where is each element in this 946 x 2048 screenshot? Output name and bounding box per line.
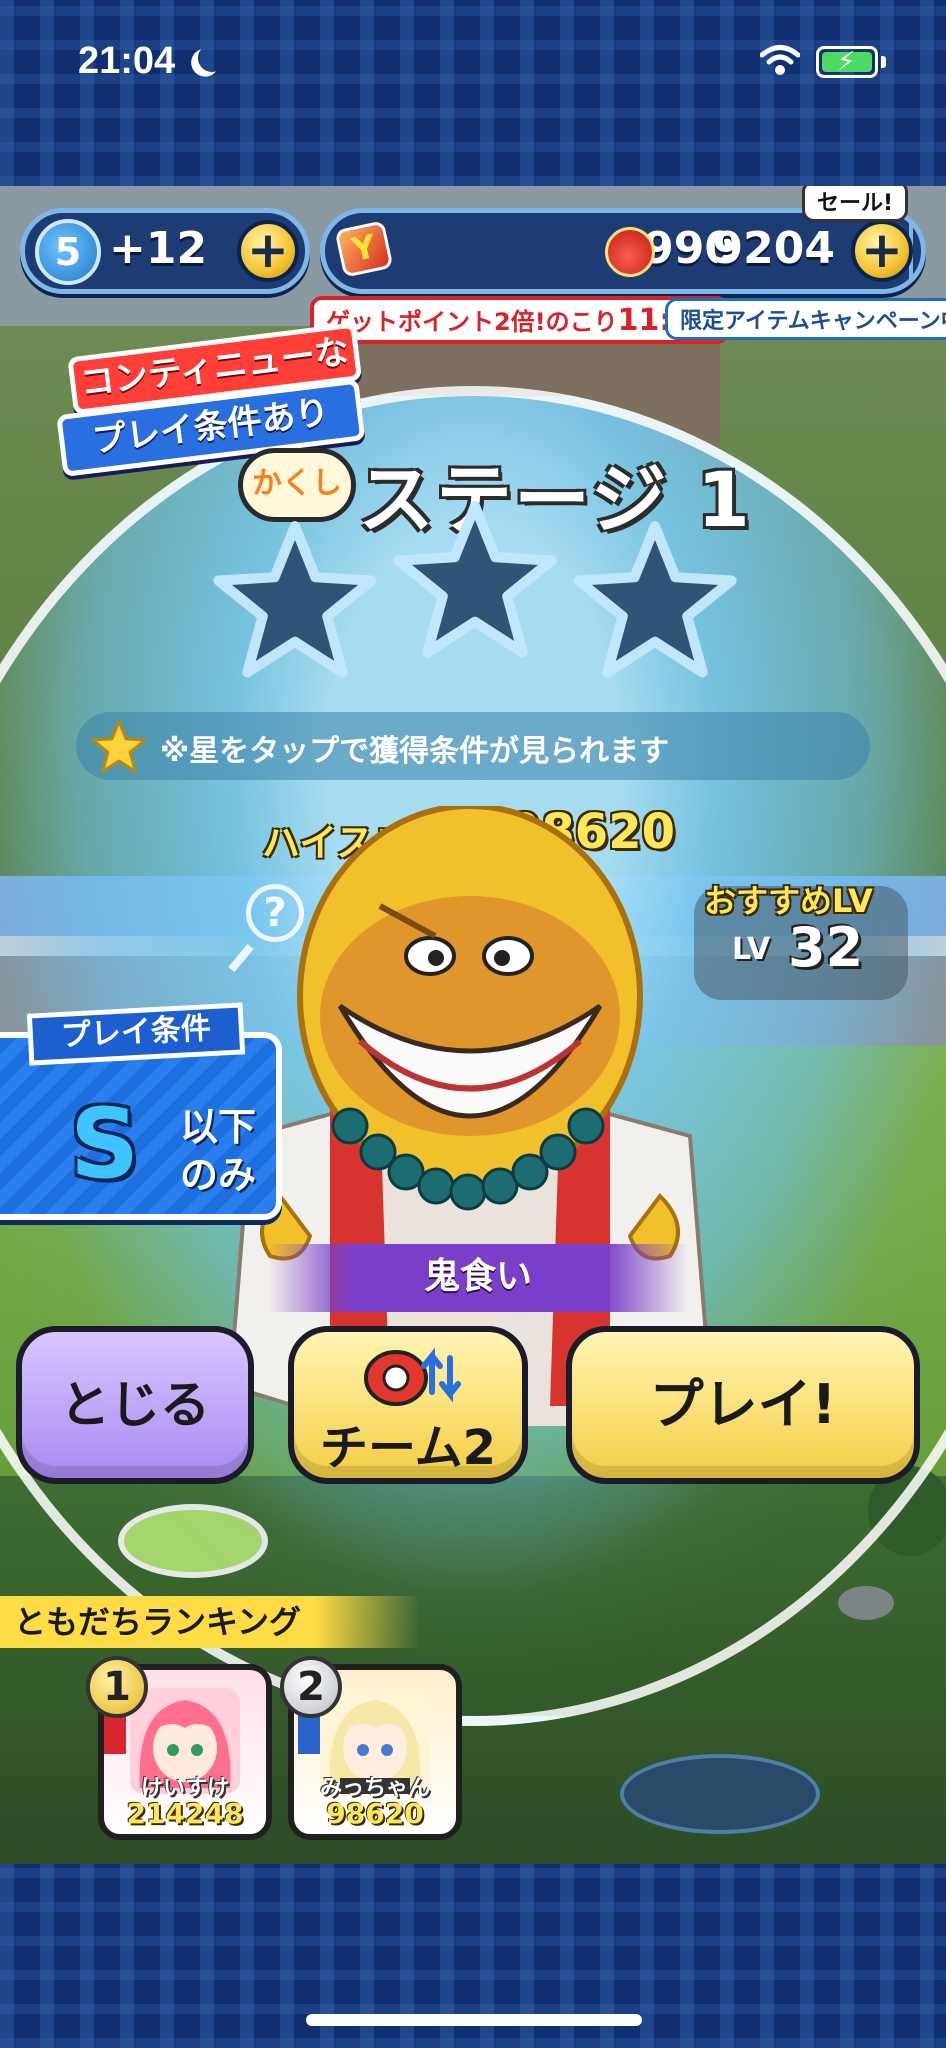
home-indicator[interactable] [306,2014,642,2026]
star-icon[interactable] [390,496,560,666]
play-condition-text-1: 以下 [180,1105,257,1149]
battery-cap [881,56,886,68]
game-view: 5 +12 + Y 2990 9204 + セール! ゲットポイント2倍!のこり… [0,186,946,1864]
star-icon[interactable] [570,516,740,686]
play-button[interactable]: プレイ! [566,1326,920,1484]
money-value: 9204 [712,223,835,274]
status-time: 21:04 [78,40,176,82]
gold-star-icon [91,720,147,773]
hidden-stage-badge: かくし [238,448,356,522]
ranking-score: 98620 [326,1797,424,1830]
play-condition-text-2: のみ [180,1153,257,1197]
star-hint-text: ※星をタップで獲得条件が見られます [160,734,670,769]
star-rating [210,501,740,716]
sale-badge[interactable]: セール! [802,186,909,222]
wifi-icon [760,45,800,75]
play-condition-panel: プレイ条件 S 以下 のみ [0,1002,282,1220]
rock [838,1586,894,1620]
close-button[interactable]: とじる [16,1326,254,1484]
team-swap-icon [364,1347,461,1406]
rank-letter: S [70,1088,140,1200]
rank-medal: 1 [86,1656,148,1718]
star-icon[interactable] [210,516,380,686]
kai-plus-button[interactable]: + [237,220,299,282]
kai-pill: 5 +12 + [20,208,310,294]
rank-medal: 2 [280,1656,342,1718]
recommended-level-value: 32 [788,916,864,979]
sale-label: セール! [817,191,894,216]
y-point-icon: Y [334,220,394,278]
status-bar: 21:04 ⚡ [0,0,946,120]
money-plus-button[interactable]: + [851,220,913,282]
currency-hud: 5 +12 + Y 2990 9204 + セール! ゲットポイント2倍!のこり… [20,186,946,344]
kai-level-badge: 5 [35,219,101,285]
play-condition-title: プレイ条件 [26,1002,246,1066]
screen: 21:04 ⚡ 5 +12 + Y 2990 9204 + セール! ゲットポイ… [0,0,946,2048]
moon-icon [194,40,230,76]
pond [620,1754,820,1834]
battery-icon: ⚡ [816,46,878,78]
team-button[interactable]: チーム2 [288,1326,528,1484]
boss-name: 鬼食い [268,1244,688,1312]
campaign-banner[interactable]: 限定アイテムキャンペーン中! [665,298,946,340]
star-hint: ※星をタップで獲得条件が見られます [76,712,870,780]
double-points-label: ゲットポイント2倍!のこり [326,308,618,336]
money-bag-icon [605,227,655,277]
kai-bonus: +12 [109,223,208,274]
level-prefix: LV [732,932,771,967]
ranking-score: 214248 [126,1797,244,1830]
friend-ranking-title: ともだちランキング [0,1596,420,1648]
team-button-label: チーム2 [320,1420,496,1476]
